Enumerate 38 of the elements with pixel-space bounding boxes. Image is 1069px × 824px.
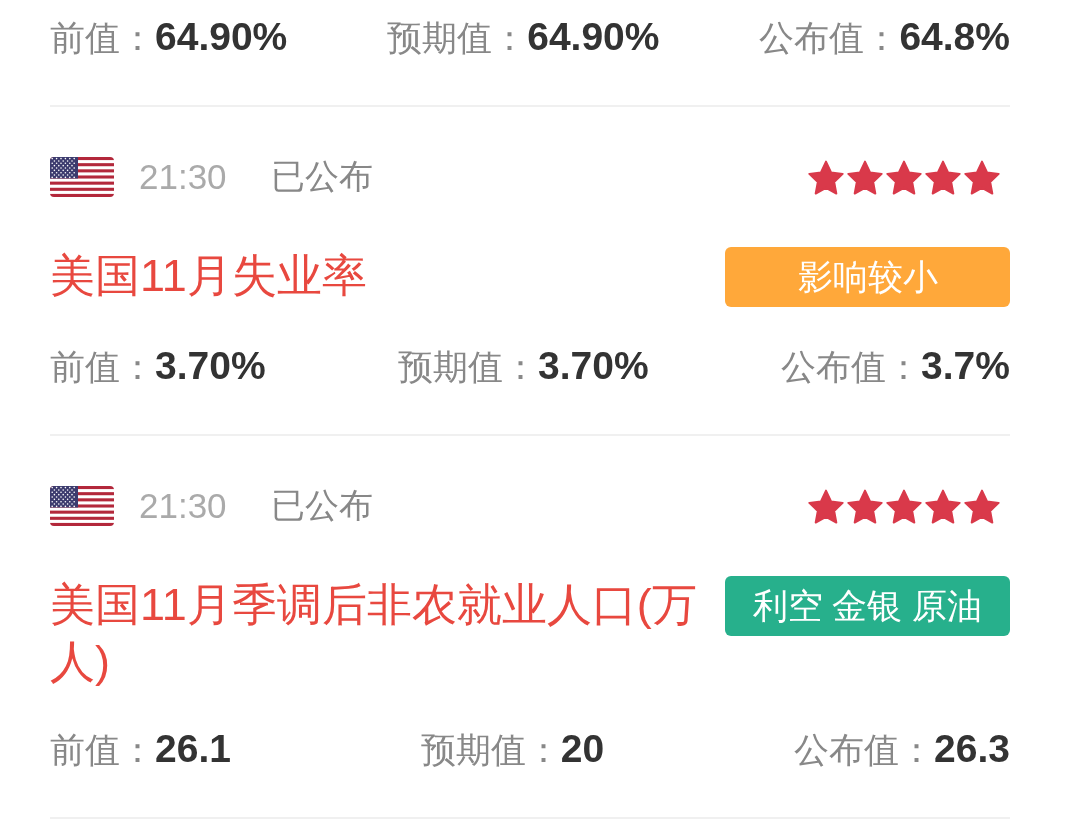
star-icon <box>847 488 883 524</box>
value-label: 公布值： <box>781 345 922 388</box>
value-label: 前值： <box>50 728 155 771</box>
value-number: 26.3 <box>934 726 1010 771</box>
us-flag-icon <box>50 486 114 526</box>
value-label: 公布值： <box>759 16 900 59</box>
star-icon <box>964 488 1000 524</box>
value-number: 64.90% <box>527 14 660 59</box>
event-status: 已公布 <box>270 485 373 526</box>
value-number: 3.7% <box>921 343 1010 388</box>
value-label: 预期值： <box>398 345 539 388</box>
value-label: 前值： <box>50 345 155 388</box>
star-icon <box>886 488 922 524</box>
us-flag-icon <box>50 157 114 197</box>
star-icon <box>886 159 922 195</box>
value-number: 26.1 <box>155 726 231 771</box>
value-number: 64.90% <box>155 14 288 59</box>
event-tag: 影响较小 <box>725 247 1010 307</box>
event-time: 21:30 <box>139 157 227 197</box>
value-number: 64.8% <box>899 14 1010 59</box>
event-title: 美国11月季调后非农就业人口(万人) <box>50 578 698 689</box>
star-icon <box>964 159 1000 195</box>
value-number: 20 <box>560 726 605 771</box>
value-label: 预期值： <box>387 16 528 59</box>
event-status: 已公布 <box>270 156 373 197</box>
event-tag: 利空 金银 原油 <box>725 576 1010 636</box>
star-icon <box>925 159 961 195</box>
event-time: 21:30 <box>139 486 227 526</box>
value-label: 公布值： <box>794 728 935 771</box>
star-icon <box>808 159 844 195</box>
value-number: 3.70% <box>538 343 649 388</box>
event-title: 美国11月失业率 <box>50 249 368 303</box>
star-icon <box>808 488 844 524</box>
value-label: 预期值： <box>420 728 561 771</box>
star-icon <box>847 159 883 195</box>
star-icon <box>925 488 961 524</box>
value-label: 前值： <box>50 16 155 59</box>
value-number: 3.70% <box>155 343 266 388</box>
